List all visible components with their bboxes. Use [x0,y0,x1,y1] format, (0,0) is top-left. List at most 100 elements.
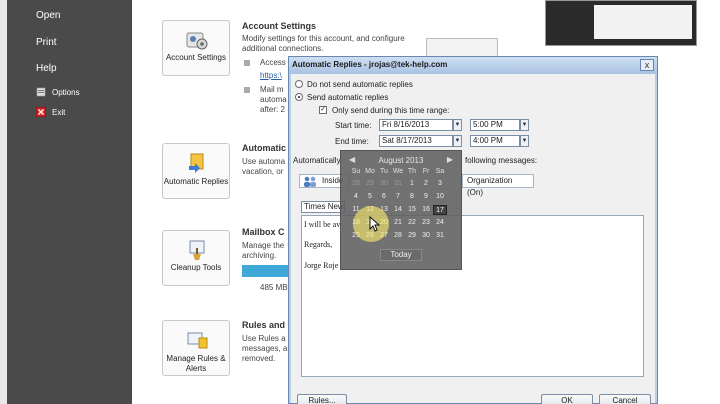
mailbox-cleanup-desc: Manage the archiving. [242,241,285,260]
calendar-day[interactable]: 29 [363,179,377,189]
calendar-day[interactable]: 1 [405,179,419,189]
rules-title: Rules and [242,320,286,330]
calendar-dow: Fr [422,168,430,175]
tab-outside[interactable]: Organization (On) [462,174,534,197]
mail-line-1: Mail m [260,85,284,94]
calendar-day[interactable]: 31 [391,179,405,189]
calendar-day[interactable]: 28 [391,231,405,241]
calendar-day[interactable]: 2 [419,179,433,189]
message-line-1: I will be av [304,220,341,229]
nav-print[interactable]: Print [36,37,57,48]
window-thumbnail [545,0,697,46]
start-date-field[interactable]: Fri 8/16/2013 [379,119,453,131]
end-date-dropdown[interactable]: ▼ [453,135,462,147]
time-range-label: Only send during this time range: [332,106,450,115]
nav-edge [0,0,7,404]
font-select[interactable]: Times New [301,201,345,213]
bullet-marker [244,87,250,93]
end-time-field[interactable]: 4:00 PM [470,135,520,147]
exit-icon [36,107,46,117]
account-settings-desc: Modify settings for this account, and co… [242,34,405,53]
cancel-button[interactable]: Cancel [599,394,651,404]
calendar-day[interactable]: 23 [419,218,433,228]
mailbox-cleanup-title: Mailbox C [242,227,285,237]
mailbox-usage-bar [242,265,288,277]
calendar-day[interactable]: 28 [349,179,363,189]
end-date-field[interactable]: Sat 8/17/2013 [379,135,453,147]
calendar-day[interactable]: 24 [433,218,447,228]
calendar-day[interactable]: 7 [391,192,405,202]
account-settings-label: Account Settings [165,53,227,62]
mail-line-3: after: 2 [260,105,285,114]
start-date-dropdown[interactable]: ▼ [453,119,462,131]
end-time-dropdown[interactable]: ▼ [520,135,529,147]
today-button[interactable]: Today [380,249,422,261]
automatic-replies-label: Automatic Replies [163,177,229,186]
calendar-day[interactable]: 6 [377,192,391,202]
mailbox-size: 485 MB [260,283,288,292]
calendar-day[interactable]: 8 [405,192,419,202]
cleanup-tools-button[interactable]: Cleanup Tools [162,230,230,286]
calendar-day[interactable]: 15 [405,205,419,215]
nav-open[interactable]: Open [36,10,60,21]
calendar-dow: Sa [435,168,445,175]
automatic-replies-icon [189,153,204,173]
nav-help[interactable]: Help [36,63,57,74]
calendar-day[interactable]: 21 [391,218,405,228]
calendar-day[interactable]: 29 [405,231,419,241]
message-line-3: Jorge Roje [304,261,339,270]
end-time-label: End time: [335,137,369,146]
start-time-field[interactable]: 5:00 PM [470,119,520,131]
calendar-day[interactable]: 5 [363,192,377,202]
backstage-nav: Open Print Help Options Exit [0,0,132,404]
calendar-day[interactable]: 30 [377,179,391,189]
calendar-day[interactable]: 16 [419,205,433,215]
calendar-day[interactable]: 9 [419,192,433,202]
calendar-dow: Su [351,168,361,175]
automatic-replies-desc: Use automa vacation, or [242,157,286,176]
do-not-send-radio[interactable] [295,80,303,88]
next-month-icon[interactable]: ▶ [447,155,453,164]
do-not-send-label: Do not send automatic replies [307,80,413,89]
calendar-day[interactable]: 14 [391,205,405,215]
calendar-day[interactable]: 3 [433,179,447,189]
calendar-day[interactable]: 17 [433,205,447,215]
calendar-day[interactable]: 31 [433,231,447,241]
mail-line-2: automa [260,95,287,104]
nav-exit[interactable]: Exit [52,108,65,117]
calendar-month: August 2013 [378,156,424,165]
manage-rules-button[interactable]: Manage Rules & Alerts [162,320,230,376]
message-line-2: Regards, [304,240,333,249]
calendar-day[interactable]: 4 [349,192,363,202]
cleanup-tools-label: Cleanup Tools [170,263,222,272]
rules-button[interactable]: Rules... [297,394,347,404]
bullet-marker [244,60,250,66]
calendar-day[interactable]: 30 [419,231,433,241]
manage-rules-icon [187,332,208,349]
mouse-cursor-icon [369,216,381,232]
calendar-dow: Tu [380,168,388,175]
time-range-checkbox[interactable]: ✓ [319,106,327,114]
automatic-replies-button[interactable]: Automatic Replies [162,143,230,199]
dialog-titlebar: Automatic Replies - jrojas@tek-help.com … [289,57,657,74]
calendar-day[interactable]: 22 [405,218,419,228]
following-messages-label: following messages: [465,156,538,165]
close-icon[interactable]: x [640,59,654,71]
send-auto-replies-radio[interactable] [295,93,303,101]
cleanup-tools-icon [189,240,205,260]
ok-button[interactable]: OK [541,394,593,404]
rules-desc: Use Rules a messages, a removed. [242,334,288,363]
people-icon [304,176,316,187]
calendar-dow: We [392,168,404,175]
account-settings-icon [186,32,208,50]
automatically-label: Automatically [293,156,341,165]
automatic-replies-title: Automatic [242,143,287,153]
calendar-dow: Mo [365,168,375,175]
calendar-day[interactable]: 10 [433,192,447,202]
nav-options[interactable]: Options [52,88,80,97]
account-link[interactable]: https:\ [260,71,282,81]
start-time-label: Start time: [335,121,372,130]
options-icon [36,87,46,97]
start-time-dropdown[interactable]: ▼ [520,119,529,131]
account-settings-button[interactable]: Account Settings [162,20,230,76]
